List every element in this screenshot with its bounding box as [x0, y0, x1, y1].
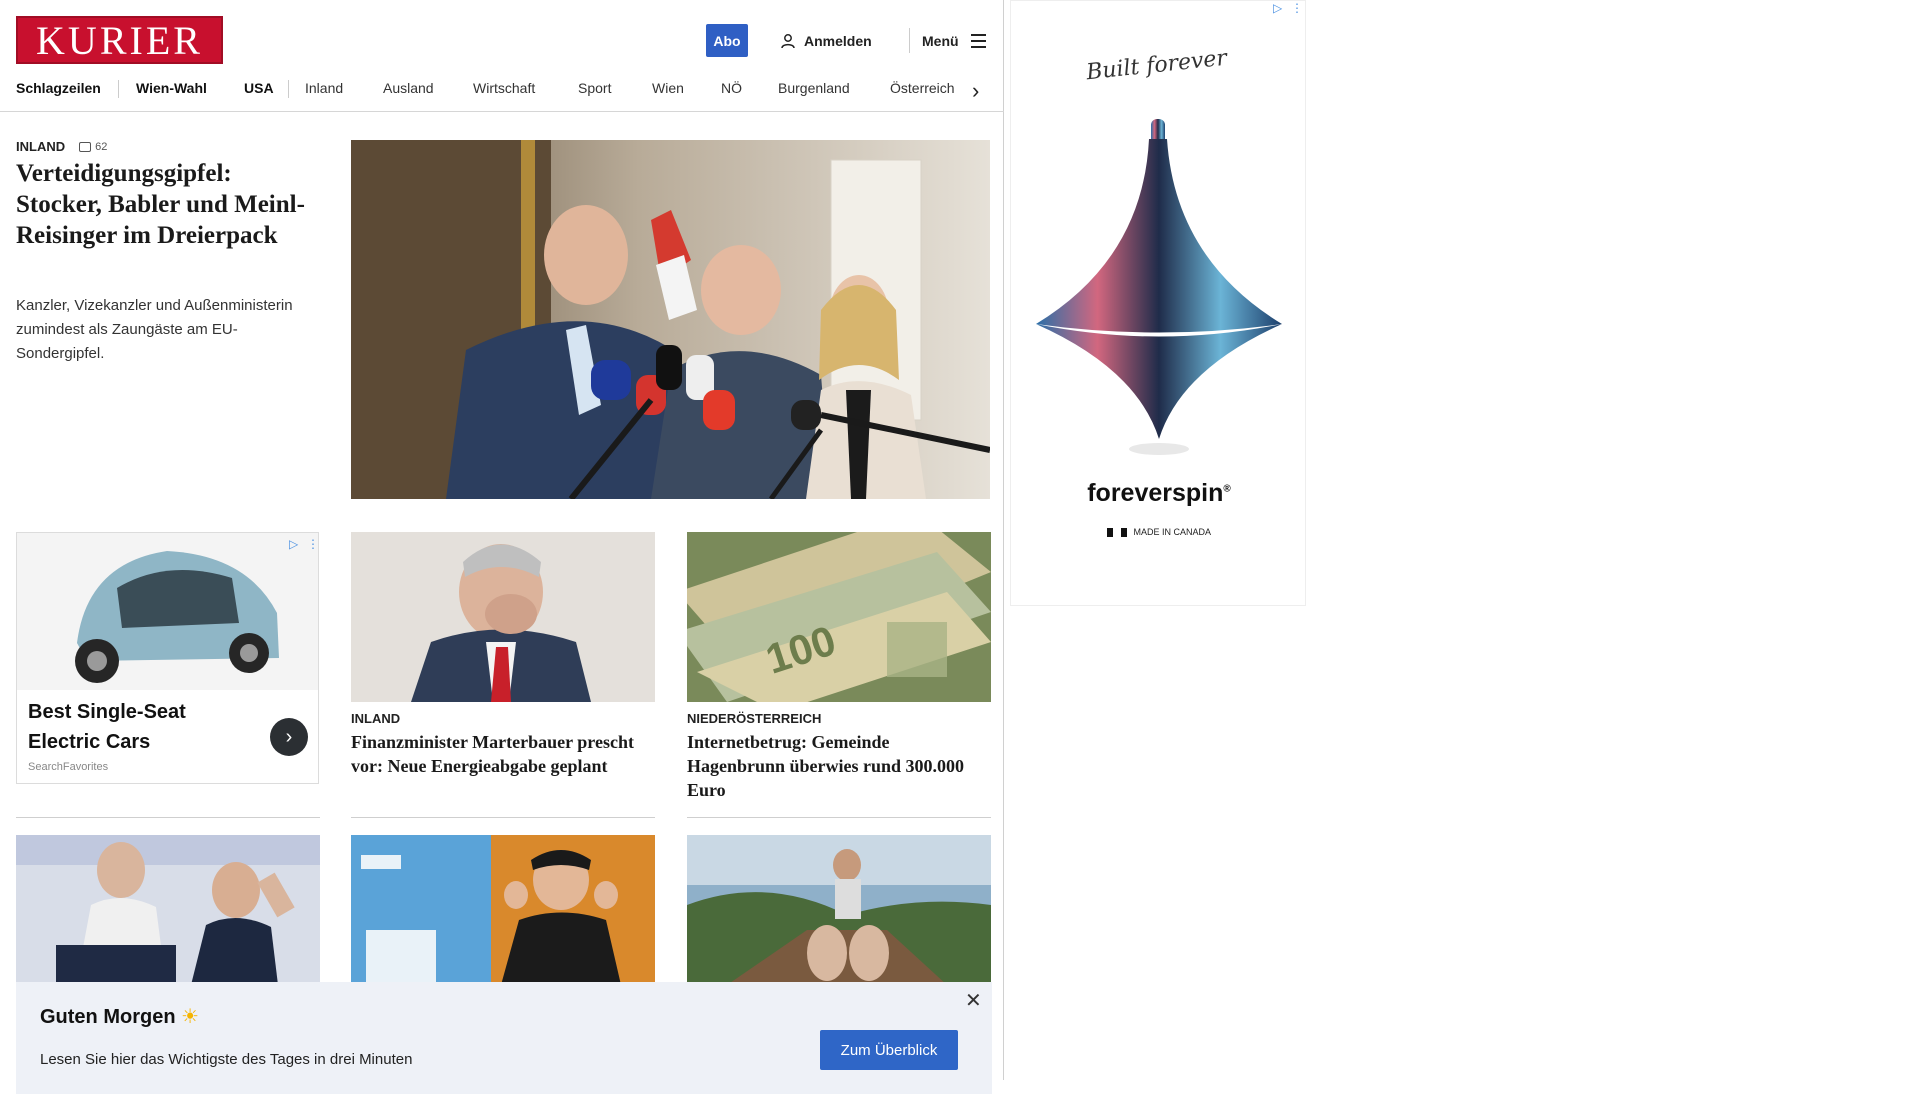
article-title[interactable]: Internetbetrug: Gemeinde Hagenbrunn über… [687, 730, 991, 802]
ad-card-source: SearchFavorites [28, 761, 109, 773]
article-image[interactable] [351, 532, 655, 702]
sponsored-card[interactable]: ▷ ⋮ Best Single-Seat Electric Cars Searc… [16, 532, 319, 784]
sun-icon: ☀ [181, 1006, 200, 1028]
article-kicker[interactable]: INLAND [351, 711, 400, 726]
banner-title: Guten Morgen ☀ [40, 1004, 199, 1029]
ad-car-image [17, 533, 318, 690]
nav-separator [288, 80, 289, 98]
ad-brand-text: foreverspin [1087, 479, 1224, 507]
ad-choices-icon[interactable]: ▷ [1273, 1, 1282, 15]
nav-item-noe[interactable]: NÖ [721, 80, 742, 96]
login-label: Anmelden [804, 32, 872, 49]
nav-item-wien-wahl[interactable]: Wien-Wahl [136, 80, 207, 96]
ad-made-in-text: MADE IN CANADA [1133, 527, 1212, 537]
row-divider [687, 817, 991, 818]
nav-item-ausland[interactable]: Ausland [383, 80, 434, 96]
lead-headline[interactable]: Verteidigungsgipfel: Stocker, Babler und… [16, 158, 316, 251]
menu-label: Menü [922, 32, 959, 49]
lead-teaser: Kanzler, Vizekanzler und Außenministerin… [16, 297, 293, 362]
menu-button[interactable]: Menü [922, 24, 986, 57]
spinning-top-image [1036, 119, 1282, 455]
side-advertisement[interactable]: ▷ ⋮ Built forever foreverspin® MADE IN C… [1010, 0, 1306, 606]
ad-more-icon[interactable]: ⋮ [307, 537, 318, 551]
nav-item-wien[interactable]: Wien [652, 80, 684, 96]
nav-item-burgenland[interactable]: Burgenland [778, 80, 850, 96]
overview-button[interactable]: Zum Überblick [820, 1030, 958, 1070]
article-title[interactable]: Finanzminister Marterbauer prescht vor: … [351, 730, 655, 778]
nav-item-wirtschaft[interactable]: Wirtschaft [473, 80, 535, 96]
article-image[interactable] [351, 835, 655, 985]
menu-icon [970, 33, 986, 48]
nav-item-oesterreich[interactable]: Österreich [890, 80, 955, 96]
article-image[interactable]: 100 [687, 532, 991, 702]
article-image[interactable] [16, 835, 320, 985]
row-divider [351, 817, 655, 818]
banner-title-text: Guten Morgen [40, 1006, 176, 1028]
article-image[interactable] [687, 835, 991, 985]
section-nav: Schlagzeilen Wien-Wahl USA Inland Auslan… [0, 74, 1004, 112]
comment-icon [79, 141, 92, 152]
user-icon [781, 33, 795, 48]
article-kicker[interactable]: NIEDERÖSTERREICH [687, 711, 821, 726]
main-column: KURIER Abo Anmelden Menü Schlagzeilen Wi… [0, 0, 1004, 1094]
canada-flag-icon [1106, 528, 1127, 538]
chevron-right-icon[interactable]: › [972, 78, 979, 104]
comment-count-value: 62 [95, 140, 108, 153]
nav-item-schlagzeilen[interactable]: Schlagzeilen [16, 80, 101, 96]
ad-choices-icon[interactable]: ▷ [289, 537, 298, 551]
lead-kicker[interactable]: INLAND [16, 139, 65, 154]
press-conference-photo [351, 140, 990, 499]
ad-card-title[interactable]: Best Single-Seat Electric Cars [28, 697, 248, 757]
close-icon[interactable]: ✕ [965, 988, 982, 1013]
ad-brand: foreverspin® [1087, 479, 1231, 507]
login-button[interactable]: Anmelden [780, 24, 872, 57]
lead-meta: INLAND 62 [16, 139, 107, 154]
row-divider [16, 817, 320, 818]
nav-item-sport[interactable]: Sport [578, 80, 611, 96]
nav-item-inland[interactable]: Inland [305, 80, 343, 96]
ad-more-icon[interactable]: ⋮ [1291, 1, 1303, 15]
kurier-logo[interactable]: KURIER [16, 16, 223, 64]
nav-item-usa[interactable]: USA [244, 80, 274, 96]
header-divider [909, 28, 910, 53]
lead-article-image[interactable] [351, 140, 990, 499]
chevron-right-icon[interactable]: › [270, 718, 308, 756]
banner-text: Lesen Sie hier das Wichtigste des Tages … [40, 1051, 413, 1068]
ad-made-in: MADE IN CANADA [1011, 527, 1307, 538]
abo-button[interactable]: Abo [706, 24, 748, 57]
comment-count[interactable]: 62 [79, 141, 107, 153]
morning-briefing-banner: Guten Morgen ☀ Lesen Sie hier das Wichti… [16, 982, 992, 1094]
ad-slogan: Built forever [1085, 45, 1229, 86]
nav-separator [118, 80, 119, 98]
